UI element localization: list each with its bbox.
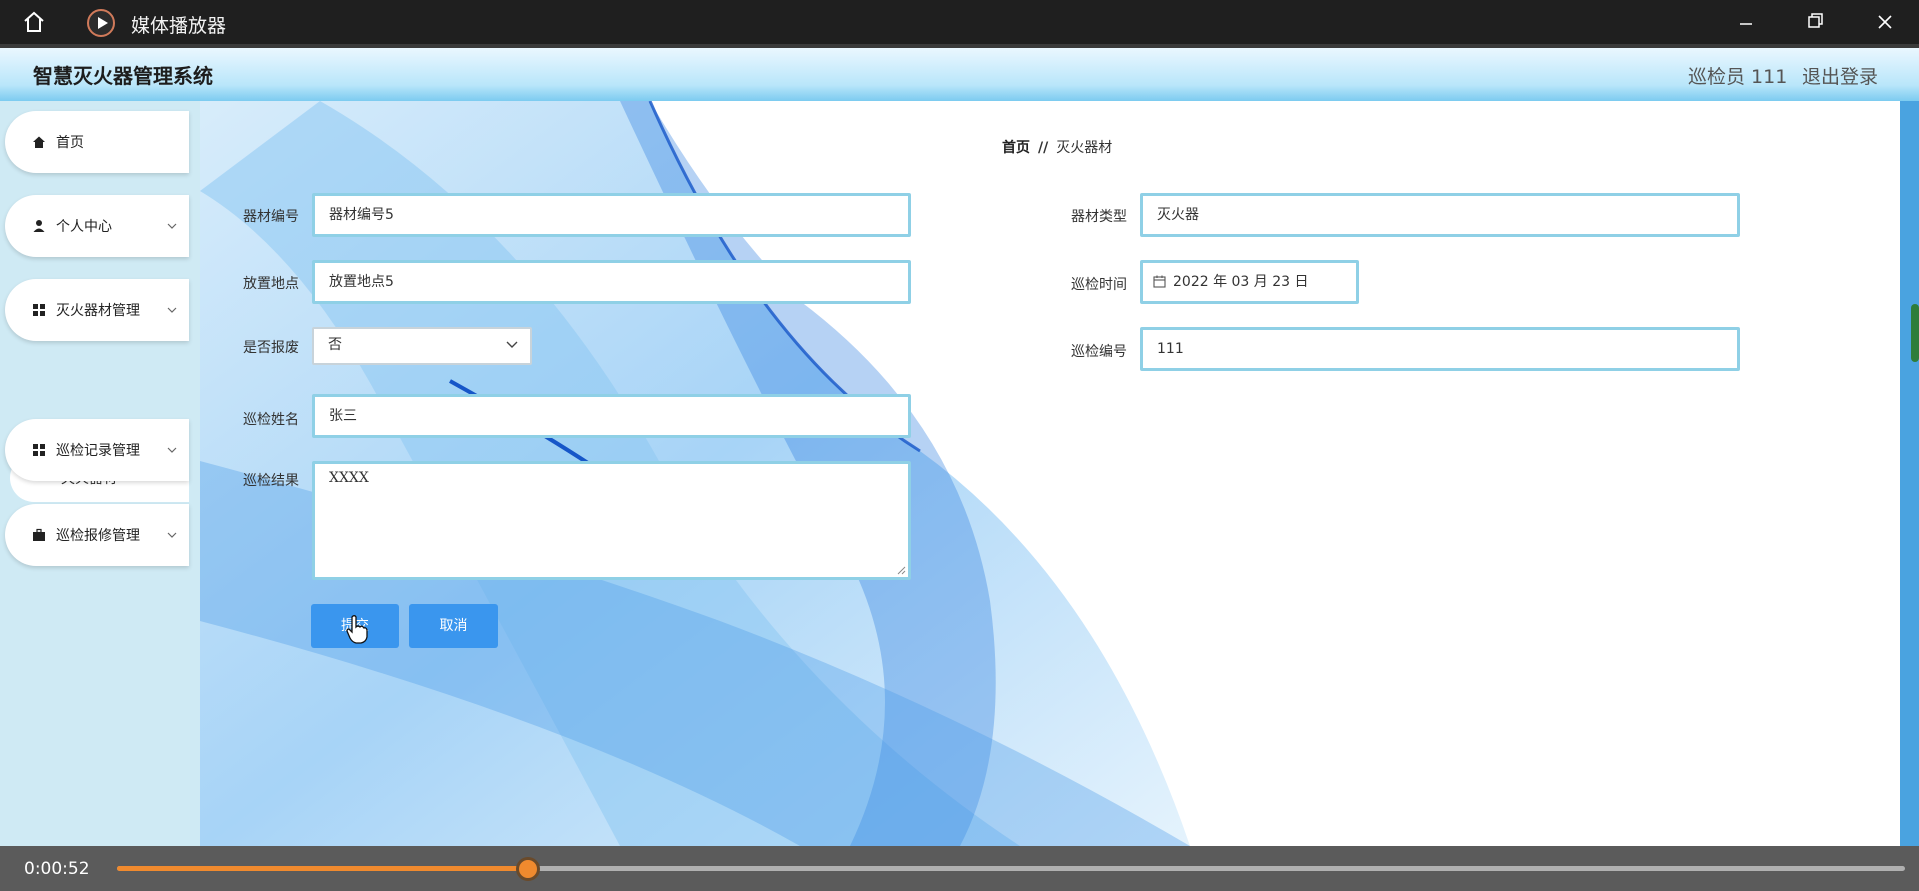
right-edge-strip (1900, 101, 1919, 846)
scrapped-select[interactable]: 否 (312, 327, 532, 365)
scrollbar-thumb[interactable] (1911, 304, 1919, 362)
time-label: 巡检时间 (1071, 277, 1127, 293)
seek-bar[interactable] (117, 857, 1905, 881)
result-label: 巡检结果 (243, 473, 299, 489)
grid-icon (33, 444, 45, 456)
scrapped-label: 是否报废 (243, 340, 299, 356)
breadcrumb-home[interactable]: 首页 (1002, 140, 1030, 156)
seek-bar-played (117, 866, 529, 871)
media-player-app-icon (87, 9, 115, 37)
breadcrumb-separator: // (1038, 140, 1049, 156)
system-title: 智慧灭火器管理系统 (33, 64, 213, 88)
minimize-button[interactable] (1726, 8, 1766, 36)
scrapped-select-value: 否 (328, 337, 342, 353)
inspector-name-input[interactable]: 张三 (312, 394, 911, 438)
result-text: XXXX (329, 470, 369, 486)
home-icon[interactable] (22, 10, 46, 34)
grid-icon (33, 304, 45, 316)
home-icon (33, 136, 45, 148)
app-header: 智慧灭火器管理系统 巡检员 111 退出登录 (0, 44, 1919, 101)
sidebar-item-label: 灭火器材管理 (56, 303, 140, 319)
current-user: 巡检员 111 (1688, 66, 1788, 88)
type-input[interactable]: 灭火器 (1140, 193, 1740, 237)
sidebar-item-equipment-management[interactable]: 灭火器材管理 (5, 279, 189, 341)
sidebar-item-label: 巡检报修管理 (56, 528, 140, 544)
equipment-no-label: 器材编号 (243, 209, 299, 225)
media-control-bar: 0:00:52 (0, 846, 1919, 891)
logout-link[interactable]: 退出登录 (1802, 62, 1878, 89)
location-input[interactable]: 放置地点5 (312, 260, 911, 304)
resize-grip-icon[interactable] (897, 566, 906, 575)
sidebar-item-home[interactable]: 首页 (5, 111, 189, 173)
briefcase-icon (33, 528, 45, 541)
restore-button[interactable] (1795, 8, 1835, 36)
chevron-down-icon (167, 447, 177, 453)
sidebar-item-label: 巡检记录管理 (56, 443, 140, 459)
equipment-no-input[interactable]: 器材编号5 (312, 193, 911, 237)
chevron-down-icon (167, 307, 177, 313)
sidebar-item-repair-management[interactable]: 巡检报修管理 (5, 504, 189, 566)
close-button[interactable] (1865, 8, 1905, 36)
hand-cursor-icon (346, 615, 368, 644)
time-date-picker[interactable]: 2022 年 03 月 23 日 (1140, 260, 1359, 304)
breadcrumb-current: 灭火器材 (1056, 140, 1113, 156)
type-label: 器材类型 (1071, 209, 1127, 225)
location-label: 放置地点 (243, 276, 299, 292)
sidebar-item-inspection-records[interactable]: 巡检记录管理 (5, 419, 189, 481)
window-title: 媒体播放器 (131, 15, 227, 37)
sidebar-item-label: 首页 (56, 135, 84, 151)
chevron-down-icon (167, 532, 177, 538)
sidebar: 首页 个人中心 灭火器材管理 灭火器材 巡检记录管理 (0, 101, 200, 846)
time-value: 2022 年 03 月 23 日 (1173, 274, 1309, 290)
chevron-down-icon (506, 341, 518, 348)
chevron-down-icon (167, 223, 177, 229)
media-player-titlebar: 媒体播放器 (0, 0, 1919, 44)
breadcrumb: 首页 // 灭火器材 (1002, 137, 1112, 157)
calendar-icon (1153, 275, 1166, 288)
user-icon (33, 220, 45, 232)
cancel-button[interactable]: 取消 (409, 604, 498, 648)
seek-bar-knob[interactable] (516, 857, 541, 881)
result-textarea[interactable]: XXXX (312, 461, 911, 580)
inspector-no-input[interactable]: 111 (1140, 327, 1740, 371)
inspector-no-label: 巡检编号 (1071, 344, 1127, 360)
sidebar-item-personal-center[interactable]: 个人中心 (5, 195, 189, 257)
inspector-name-label: 巡检姓名 (243, 412, 299, 428)
sidebar-item-label: 个人中心 (56, 219, 112, 235)
playback-time: 0:00:52 (24, 859, 90, 879)
